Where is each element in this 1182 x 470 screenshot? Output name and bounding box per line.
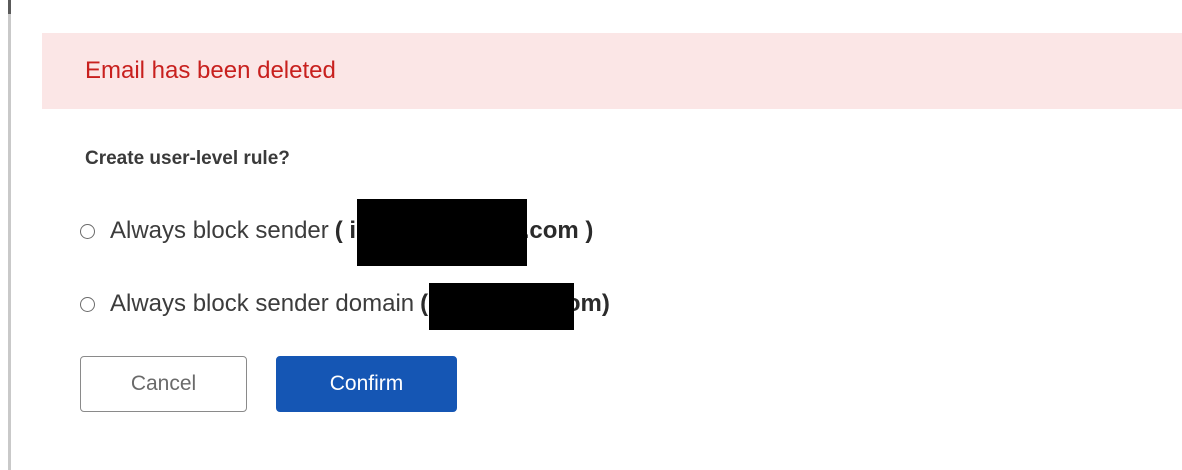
cancel-button[interactable]: Cancel [80,356,247,412]
deleted-alert-banner: Email has been deleted [42,33,1182,109]
left-divider [8,0,11,470]
radio-block-sender[interactable] [80,223,95,239]
option-block-sender[interactable]: Always block sender ( inf .com ) [80,198,593,266]
banner-message: Email has been deleted [85,57,336,84]
option-block-domain[interactable]: Always block sender domain (p om) [80,282,610,330]
rule-dialog: Email has been deleted Create user-level… [0,0,1182,470]
sender-address-suffix: .com ) [522,217,594,244]
option-block-domain-label: Always block sender domain [110,290,415,317]
sender-domain: (p om) [420,281,610,330]
radio-block-domain[interactable] [80,296,95,312]
left-divider-tip [8,0,11,14]
confirm-button[interactable]: Confirm [276,356,457,412]
rule-question: Create user-level rule? [85,148,290,169]
redaction-box [356,198,527,266]
redaction-box [428,282,574,330]
option-block-sender-label: Always block sender [110,217,329,244]
sender-address: ( inf .com ) [335,198,594,266]
